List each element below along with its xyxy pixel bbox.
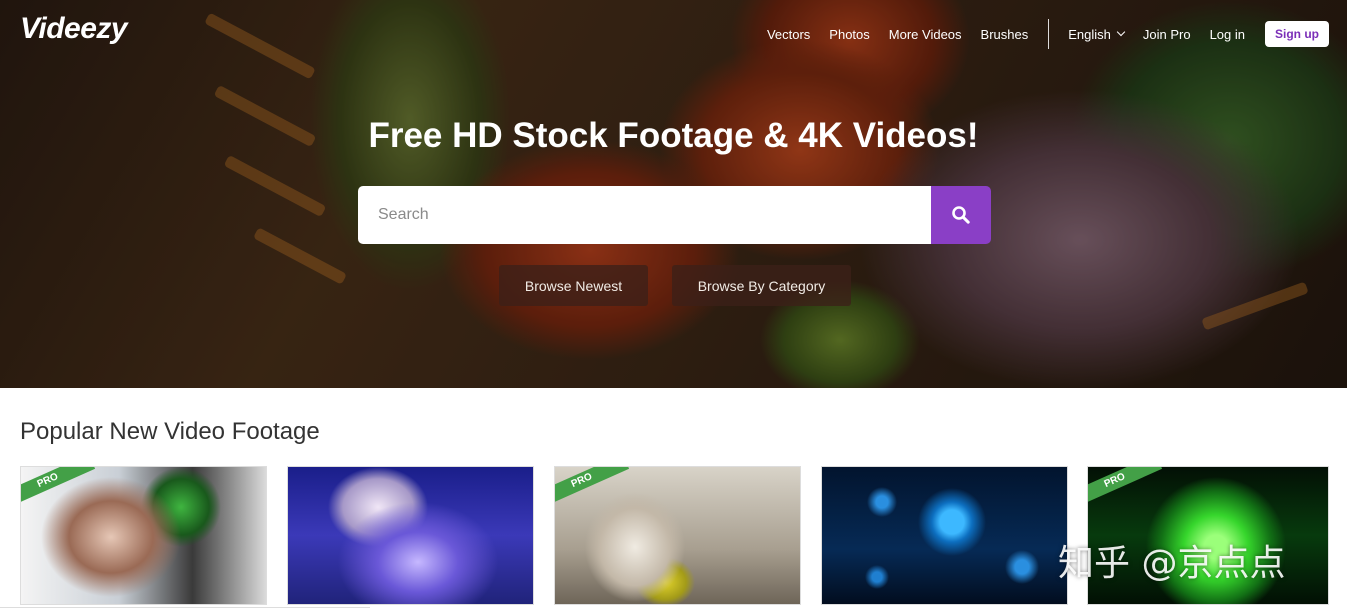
nav-more-videos[interactable]: More Videos bbox=[889, 27, 962, 42]
browse-newest-button[interactable]: Browse Newest bbox=[499, 265, 648, 306]
language-dropdown[interactable]: English bbox=[1068, 26, 1126, 42]
bottom-status-bar bbox=[0, 607, 370, 614]
search-button[interactable] bbox=[931, 186, 991, 244]
video-thumbnail[interactable] bbox=[821, 466, 1068, 605]
videezy-logo[interactable]: Videezy bbox=[20, 12, 128, 46]
login-link[interactable]: Log in bbox=[1210, 27, 1245, 42]
pro-badge: PRO bbox=[1088, 467, 1163, 508]
hero-banner: Videezy Vectors Photos More Videos Brush… bbox=[0, 0, 1347, 388]
language-label: English bbox=[1068, 26, 1111, 42]
pro-badge: PRO bbox=[21, 467, 96, 508]
nav-photos[interactable]: Photos bbox=[829, 27, 869, 42]
search-bar bbox=[358, 186, 991, 244]
join-pro-link[interactable]: Join Pro bbox=[1143, 27, 1191, 42]
video-thumbnail[interactable]: PRO bbox=[554, 466, 801, 605]
signup-button[interactable]: Sign up bbox=[1265, 21, 1329, 47]
browse-category-button[interactable]: Browse By Category bbox=[672, 265, 851, 306]
chevron-down-icon bbox=[1116, 27, 1126, 37]
pro-badge: PRO bbox=[555, 467, 630, 508]
nav-brushes[interactable]: Brushes bbox=[981, 27, 1029, 42]
video-thumbnail[interactable] bbox=[287, 466, 534, 605]
top-nav: Vectors Photos More Videos Brushes Engli… bbox=[748, 19, 1329, 49]
hero-headline: Free HD Stock Footage & 4K Videos! bbox=[368, 116, 979, 155]
nav-divider bbox=[1048, 19, 1050, 49]
watermark-text: 知乎 @京点点 bbox=[1058, 543, 1286, 584]
nav-vectors[interactable]: Vectors bbox=[767, 27, 810, 42]
search-icon bbox=[952, 206, 970, 224]
video-thumbnail[interactable]: PRO bbox=[20, 466, 267, 605]
search-input[interactable] bbox=[358, 186, 931, 244]
section-title: Popular New Video Footage bbox=[20, 418, 320, 445]
